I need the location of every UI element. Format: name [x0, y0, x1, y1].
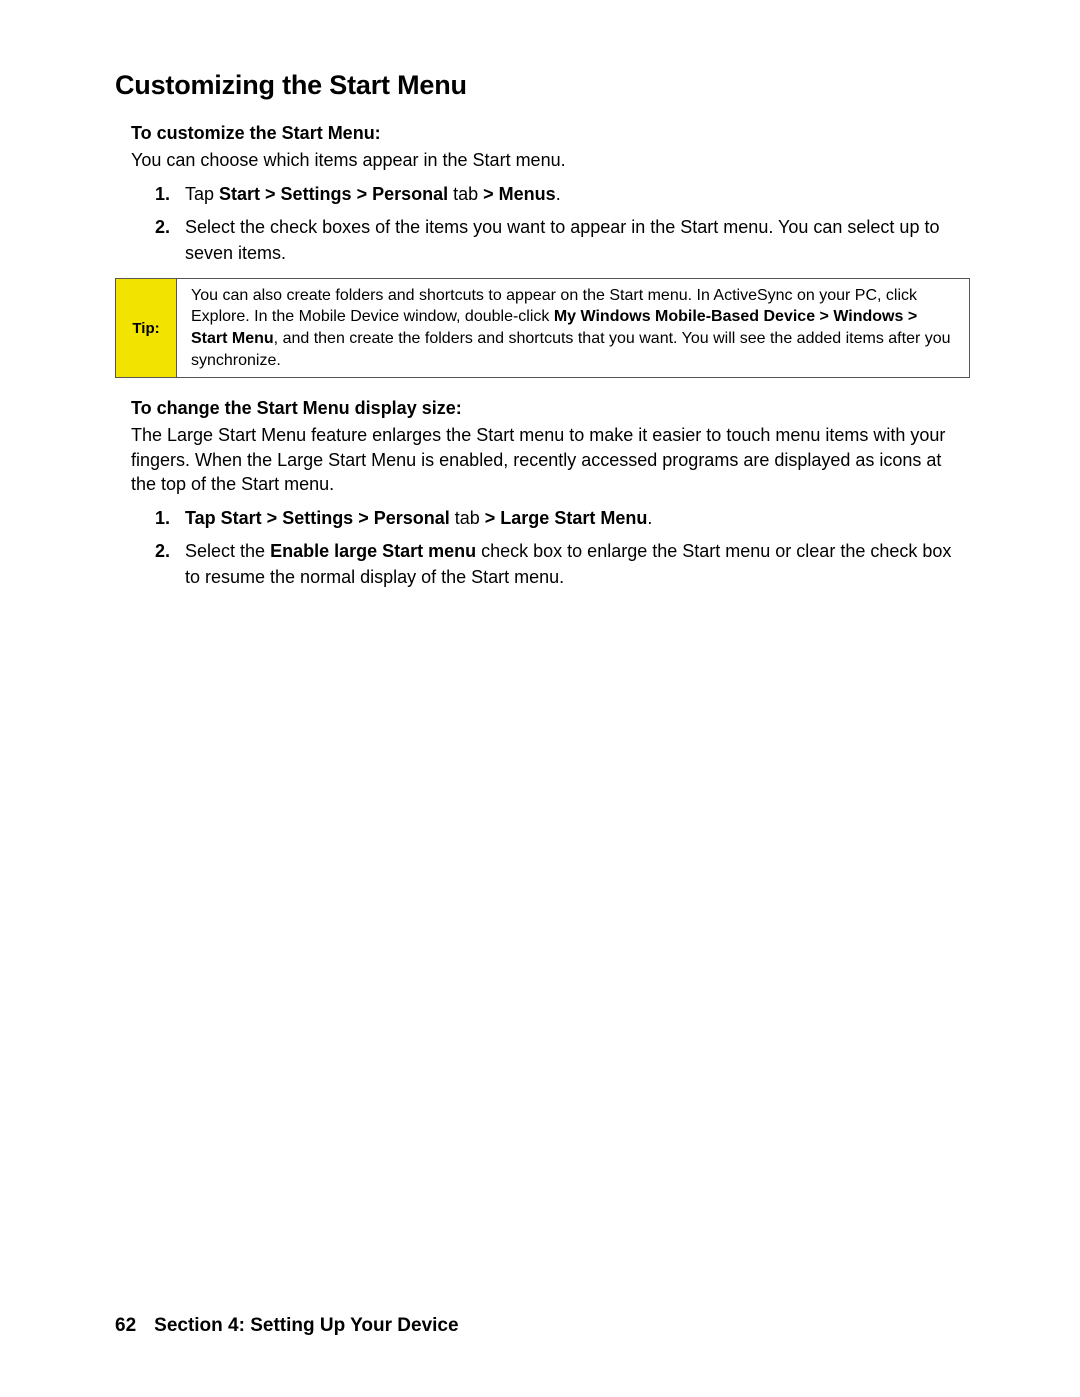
- tip-content: You can also create folders and shortcut…: [177, 279, 969, 377]
- step-item: Select the Enable large Start menu check…: [155, 539, 970, 589]
- tip-box: Tip: You can also create folders and sho…: [115, 278, 970, 378]
- step-text: tab: [453, 184, 478, 204]
- steps-display-size: Tap Start > Settings > Personal tab > La…: [155, 506, 970, 590]
- step-text: .: [556, 184, 561, 204]
- page-number: 62: [115, 1315, 136, 1336]
- tip-label: Tip:: [116, 279, 177, 377]
- intro-customize: You can choose which items appear in the…: [131, 148, 970, 172]
- step-bold: > Large Start Menu: [480, 508, 648, 528]
- footer-title: Section 4: Setting Up Your Device: [154, 1315, 458, 1336]
- step-bold: > Menus: [478, 184, 556, 204]
- subheading-display-size: To change the Start Menu display size:: [131, 398, 970, 419]
- step-bold: Start > Settings > Personal: [219, 184, 453, 204]
- page-footer: 62 Section 4: Setting Up Your Device: [115, 1315, 459, 1337]
- step-bold: Tap Start > Settings > Personal: [185, 508, 455, 528]
- tip-text: , and then create the folders and shortc…: [191, 330, 951, 369]
- intro-display-size: The Large Start Menu feature enlarges th…: [131, 423, 970, 496]
- step-text: Select the: [185, 541, 270, 561]
- step-item: Tap Start > Settings > Personal tab > Me…: [155, 182, 970, 207]
- step-text: tab: [455, 508, 480, 528]
- step-item: Tap Start > Settings > Personal tab > La…: [155, 506, 970, 531]
- step-text: .: [647, 508, 652, 528]
- page-content: Customizing the Start Menu To customize …: [0, 0, 1080, 590]
- step-text: Tap: [185, 184, 219, 204]
- step-bold: Enable large Start menu: [270, 541, 476, 561]
- page-title: Customizing the Start Menu: [115, 70, 970, 101]
- steps-customize: Tap Start > Settings > Personal tab > Me…: [155, 182, 970, 266]
- step-item: Select the check boxes of the items you …: [155, 215, 970, 265]
- subheading-customize: To customize the Start Menu:: [131, 123, 970, 144]
- step-text: Select the check boxes of the items you …: [185, 217, 939, 262]
